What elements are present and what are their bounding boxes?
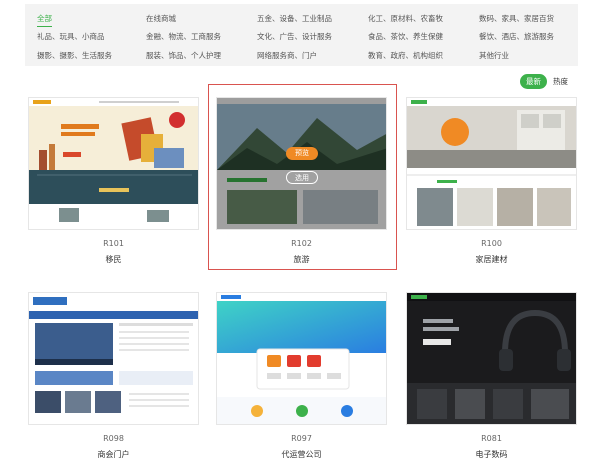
template-thumbnail[interactable] [28, 292, 199, 425]
ecommerce-service-thumbnail-art [217, 293, 386, 424]
category-filter-panel: 全部 在线商城 五金、设备、工业制品 化工、原材料、农畜牧 数码、家具、家居百货… [25, 4, 578, 66]
template-code: R101 [103, 239, 124, 248]
category-food[interactable]: 食品、茶饮、养生保健 [368, 31, 443, 42]
category-education[interactable]: 教育、政府、机构组织 [368, 50, 443, 61]
preview-button[interactable]: 预览 [286, 147, 318, 160]
sort-newest-button[interactable]: 最新 [520, 74, 547, 89]
home-building-thumbnail-art [407, 98, 576, 229]
category-network[interactable]: 网络服务商、门户 [257, 50, 317, 61]
category-finance[interactable]: 金融、物流、工商服务 [146, 31, 221, 42]
hover-overlay: 预览 选用 [217, 98, 386, 229]
sort-popular-button[interactable]: 热度 [547, 74, 574, 89]
template-name[interactable]: 旅游 [216, 254, 387, 265]
template-code: R102 [291, 239, 312, 248]
chamber-portal-thumbnail-art [29, 293, 198, 424]
template-thumbnail[interactable] [406, 292, 577, 425]
template-code: R098 [103, 434, 124, 443]
category-gifts[interactable]: 礼品、玩具、小商品 [37, 31, 105, 42]
category-photo[interactable]: 摄影、摄影、生活服务 [37, 50, 112, 61]
sort-toggle: 最新 热度 [520, 74, 574, 89]
select-button[interactable]: 选用 [286, 171, 318, 184]
template-thumbnail[interactable] [406, 97, 577, 230]
category-catering[interactable]: 餐饮、酒店、旅游服务 [479, 31, 554, 42]
category-culture[interactable]: 文化、广告、设计服务 [257, 31, 332, 42]
category-online-mall[interactable]: 在线商城 [146, 13, 176, 24]
template-name[interactable]: 移民 [28, 254, 199, 265]
template-code: R097 [291, 434, 312, 443]
category-hardware[interactable]: 五金、设备、工业制品 [257, 13, 332, 24]
template-name[interactable]: 家居建材 [406, 254, 577, 265]
category-other[interactable]: 其他行业 [479, 50, 509, 61]
template-name[interactable]: 商会门户 [28, 449, 199, 460]
template-thumbnail[interactable] [28, 97, 199, 230]
template-name[interactable]: 代运营公司 [216, 449, 387, 460]
category-chemical[interactable]: 化工、原材料、农畜牧 [368, 13, 443, 24]
template-code: R100 [481, 239, 502, 248]
immigration-thumbnail-art [29, 98, 198, 229]
template-name[interactable]: 电子数码 [406, 449, 577, 460]
template-thumbnail[interactable] [216, 292, 387, 425]
template-code: R081 [481, 434, 502, 443]
category-all[interactable]: 全部 [37, 13, 52, 27]
template-thumbnail[interactable]: 预览 选用 [216, 97, 387, 230]
category-digital[interactable]: 数码、家具、家居百货 [479, 13, 554, 24]
electronics-thumbnail-art [407, 293, 576, 424]
category-clothing[interactable]: 服装、饰品、个人护理 [146, 50, 221, 61]
